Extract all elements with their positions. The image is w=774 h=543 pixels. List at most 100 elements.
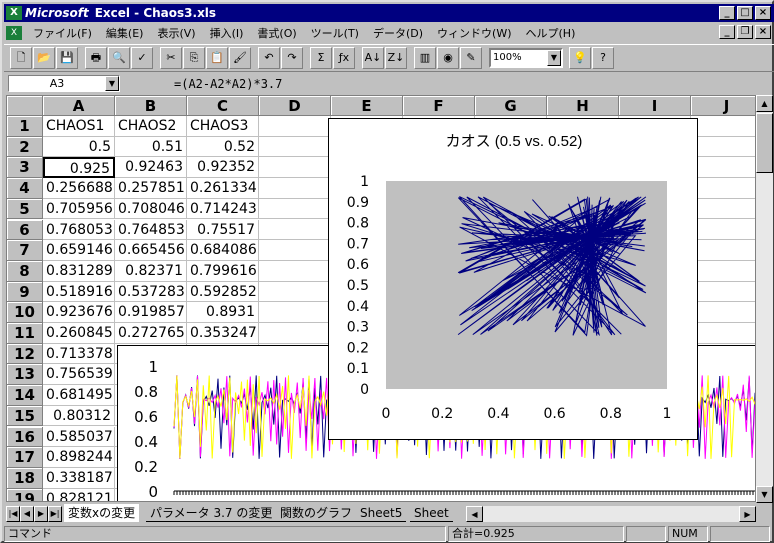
zoom-select[interactable]: 100% ▼ [489,48,563,68]
cell[interactable]: 0.713378 [43,343,115,365]
row-header[interactable]: 12 [7,343,43,365]
menu-format[interactable]: 書式(O) [250,25,303,41]
row-header[interactable]: 8 [7,260,43,282]
spelling-icon[interactable]: ✓ [131,47,153,69]
cell[interactable]: 0.756539 [43,364,115,386]
column-header[interactable]: C [187,96,259,116]
close-button[interactable]: × [755,6,771,20]
column-header[interactable]: E [331,96,403,116]
cell[interactable]: 0.592852 [187,281,259,303]
menu-window[interactable]: ウィンドウ(W) [430,25,518,41]
name-box-dropdown-icon[interactable]: ▼ [105,76,119,91]
scroll-up-icon[interactable]: ▲ [756,95,773,112]
format-painter-icon[interactable]: 🖌 [229,47,251,69]
cell[interactable] [691,323,755,344]
cell[interactable]: 0.5 [43,136,115,158]
cell[interactable]: 0.659146 [43,240,115,261]
column-header[interactable]: H [547,96,619,116]
open-icon[interactable]: 📂 [33,47,55,69]
cell[interactable] [259,157,331,179]
scroll-left-icon[interactable]: ◀ [466,506,483,522]
cell[interactable]: 0.684086 [187,240,259,261]
active-cell[interactable]: 0.925 [43,157,115,179]
title-bar[interactable]: X Microsoft Excel - Chaos3.xls _ □ × [4,4,774,22]
scroll-down-icon[interactable]: ▼ [756,486,773,503]
cell[interactable]: 0.8931 [187,302,259,323]
formula-input[interactable]: =(A2-A2*A2)*3.7 [174,77,282,91]
row-header[interactable]: 14 [7,385,43,406]
column-header[interactable]: J [691,96,755,116]
scroll-right-icon[interactable]: ▶ [739,506,756,522]
cell[interactable] [691,282,755,303]
save-icon[interactable]: 💾 [56,47,78,69]
horizontal-scrollbar[interactable]: ◀ ▶ [466,506,756,522]
cell[interactable]: 0.272765 [115,323,187,344]
row-header[interactable]: 5 [7,198,43,220]
cell[interactable] [259,178,331,199]
last-sheet-icon[interactable]: ▶| [48,505,62,522]
cell[interactable]: 0.338187 [43,467,115,489]
row-header[interactable]: 18 [7,467,43,489]
drawing-icon[interactable]: ✎ [460,47,482,69]
cell[interactable]: 0.51 [115,136,187,158]
menu-data[interactable]: データ(D) [366,25,430,41]
autosum-icon[interactable]: Σ [310,47,332,69]
function-wizard-icon[interactable]: ƒx [333,47,355,69]
cell[interactable]: 0.828121 [43,488,115,501]
cell[interactable]: CHAOS3 [187,116,259,137]
cell[interactable] [691,116,755,137]
cell[interactable]: 0.256688 [43,178,115,199]
first-sheet-icon[interactable]: |◀ [6,505,20,522]
menu-file[interactable]: ファイル(F) [26,25,99,41]
menu-edit[interactable]: 編集(E) [99,25,151,41]
cell[interactable]: 0.52 [187,136,259,158]
cell[interactable]: 0.75517 [187,219,259,241]
vertical-scroll-thumb[interactable] [756,113,773,173]
cell[interactable]: 0.714243 [187,198,259,220]
column-header[interactable]: F [403,96,475,116]
minimize-button[interactable]: _ [719,6,735,20]
redo-icon[interactable]: ↷ [281,47,303,69]
row-header[interactable]: 7 [7,240,43,261]
cell[interactable] [259,136,331,158]
excel-app-icon[interactable]: X [6,6,22,20]
undo-icon[interactable]: ↶ [258,47,280,69]
cell[interactable] [691,157,755,179]
row-header[interactable]: 2 [7,136,43,158]
doc-close-button[interactable]: × [755,25,771,39]
cell[interactable] [691,261,755,282]
doc-minimize-button[interactable]: _ [719,25,735,39]
zoom-dropdown-icon[interactable]: ▼ [547,50,561,66]
cell[interactable] [259,219,331,241]
cell[interactable] [259,302,331,323]
row-header[interactable]: 4 [7,178,43,199]
cell[interactable]: 0.257851 [115,178,187,199]
menu-insert[interactable]: 挿入(I) [203,25,251,41]
cell[interactable] [259,116,331,137]
print-preview-icon[interactable]: 🔍 [108,47,130,69]
cell[interactable]: 0.353247 [187,323,259,344]
prev-sheet-icon[interactable]: ◀ [20,505,34,522]
paste-icon[interactable]: 📋 [206,47,228,69]
column-header[interactable]: A [43,96,115,116]
cell[interactable] [691,178,755,199]
row-header[interactable]: 15 [7,405,43,427]
menu-view[interactable]: 表示(V) [150,25,202,41]
menu-help[interactable]: ヘルプ(H) [519,25,583,41]
cell[interactable]: 0.92463 [115,157,187,179]
name-box[interactable]: A3 ▼ [8,75,120,92]
new-icon[interactable]: 🗋 [10,47,32,69]
cell[interactable]: 0.898244 [43,447,115,468]
cell[interactable]: CHAOS1 [43,116,115,137]
cell[interactable]: 0.261334 [187,178,259,199]
cell[interactable] [691,302,755,323]
cell[interactable]: CHAOS2 [115,116,187,137]
select-all-corner[interactable] [7,96,43,116]
cell[interactable]: 0.705956 [43,198,115,220]
cell[interactable] [691,137,755,158]
row-header[interactable]: 10 [7,302,43,323]
help-icon[interactable]: ? [592,47,614,69]
column-header[interactable]: G [475,96,547,116]
cell[interactable] [259,198,331,220]
cell[interactable] [259,281,331,303]
